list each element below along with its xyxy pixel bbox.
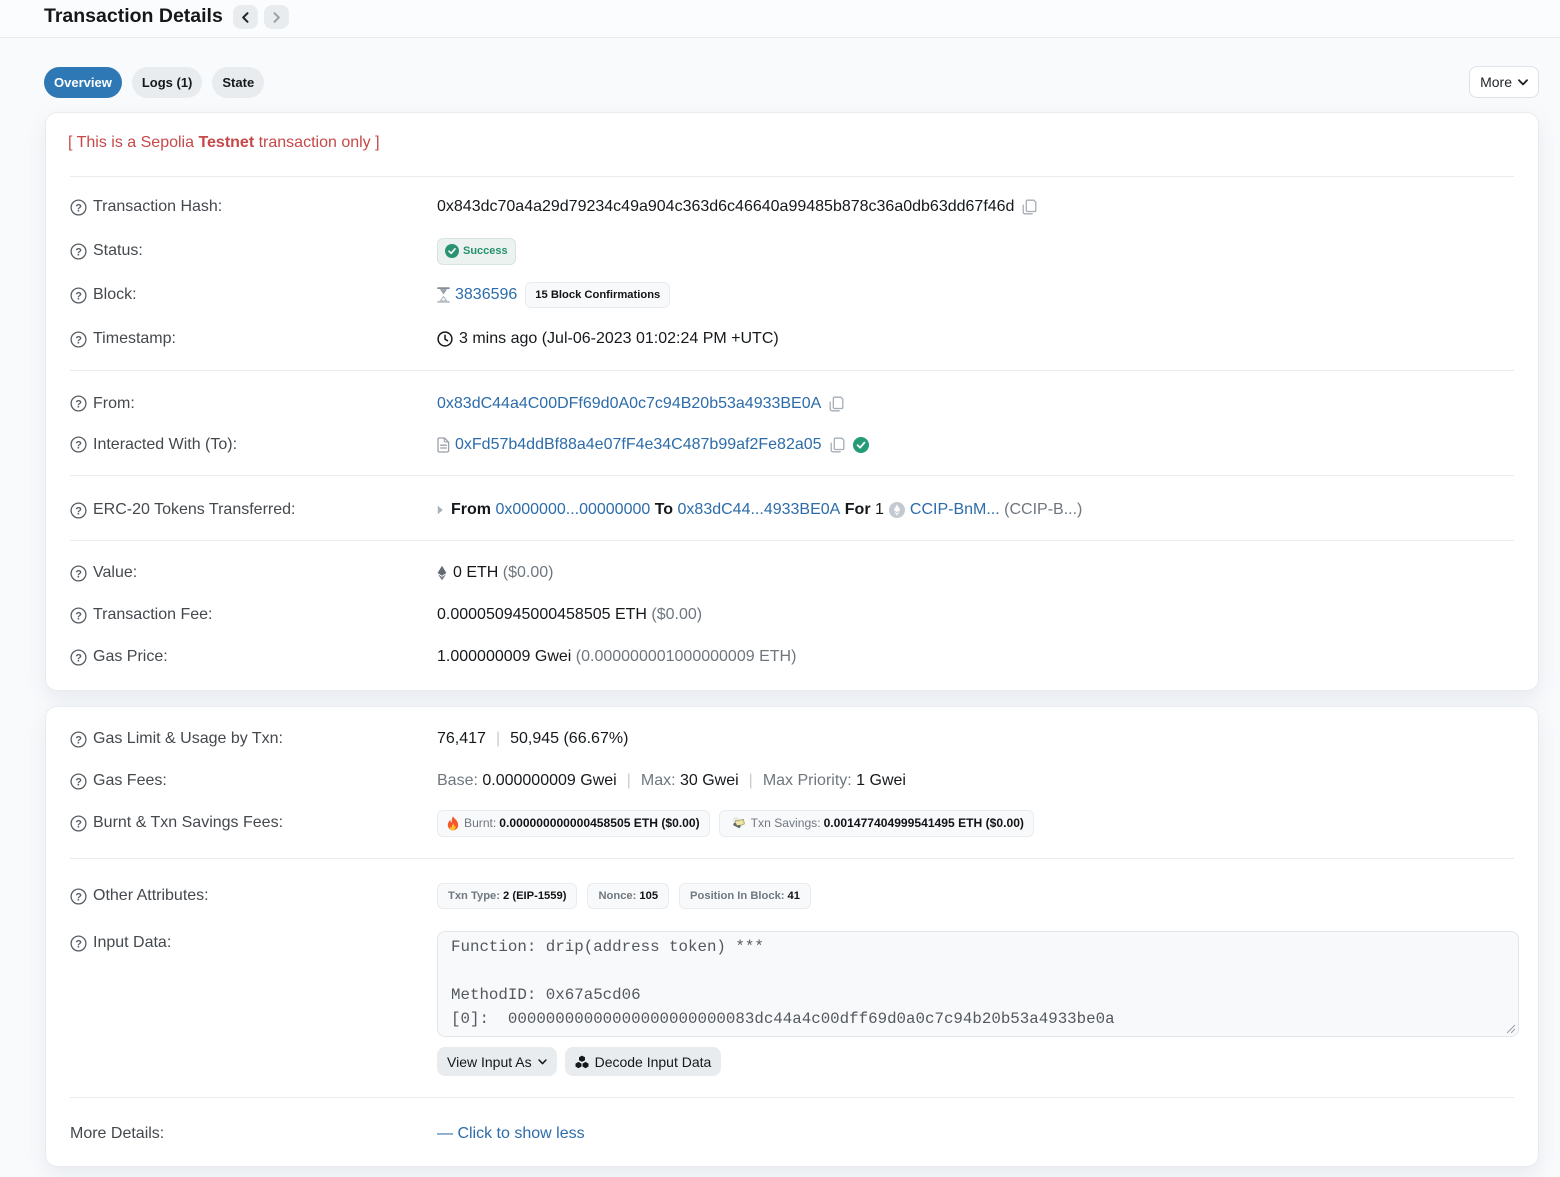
svg-text:?: ? (75, 290, 82, 302)
svg-text:?: ? (75, 334, 82, 346)
svg-text:?: ? (75, 610, 82, 622)
svg-text:?: ? (75, 818, 82, 830)
svg-text:?: ? (75, 246, 82, 258)
svg-text:?: ? (75, 891, 82, 903)
svg-text:?: ? (75, 202, 82, 214)
svg-text:?: ? (75, 399, 82, 411)
svg-text:?: ? (75, 652, 82, 664)
svg-text:?: ? (75, 440, 82, 452)
svg-text:?: ? (75, 734, 82, 746)
svg-text:?: ? (75, 776, 82, 788)
svg-text:?: ? (75, 505, 82, 517)
svg-text:?: ? (75, 568, 82, 580)
svg-text:?: ? (75, 938, 82, 950)
